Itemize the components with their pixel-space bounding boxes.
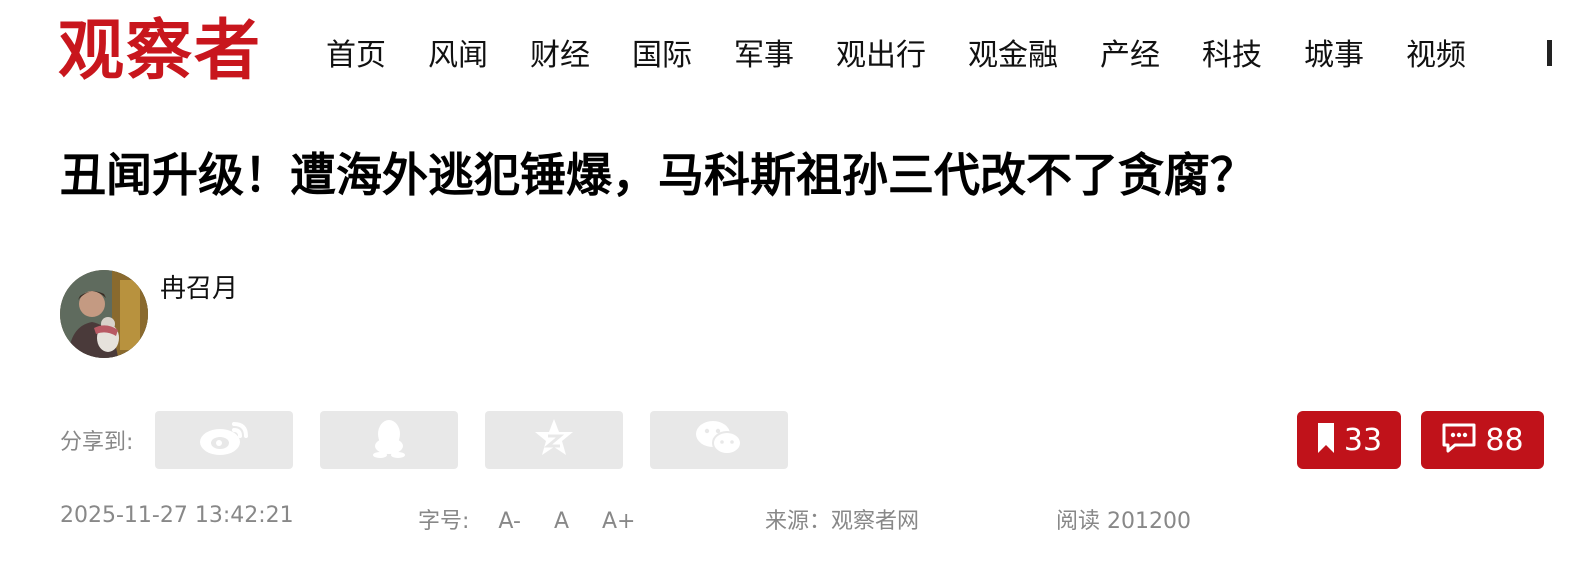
- nav-item-tech[interactable]: 科技: [1202, 30, 1262, 74]
- article-source: 来源：观察者网: [765, 509, 920, 534]
- qq-icon: [369, 416, 409, 464]
- font-size-decrease[interactable]: A-: [498, 509, 521, 534]
- bookmark-button[interactable]: 33: [1297, 411, 1401, 469]
- font-size-default[interactable]: A: [554, 509, 569, 534]
- share-weibo-button[interactable]: [155, 411, 293, 469]
- article-title: 丑闻升级！遭海外逃犯锤爆，马科斯祖孙三代改不了贪腐？: [60, 148, 1256, 202]
- nav-item-industry[interactable]: 产经: [1100, 30, 1160, 74]
- qzone-icon: [532, 416, 576, 464]
- share-wechat-button[interactable]: [650, 411, 788, 469]
- bookmark-count: 33: [1343, 422, 1383, 458]
- author-name[interactable]: 冉召月: [160, 268, 238, 305]
- author-avatar[interactable]: [60, 270, 148, 358]
- nav-item-city[interactable]: 城事: [1304, 30, 1364, 74]
- nav-item-international[interactable]: 国际: [632, 30, 692, 74]
- nav-item-travel[interactable]: 观出行: [836, 30, 926, 74]
- main-nav: 首页 风闻 财经 国际 军事 观出行 观金融 产经 科技 城事 视频: [326, 28, 1508, 76]
- share-qq-button[interactable]: [320, 411, 458, 469]
- font-size-label: 字号:: [418, 509, 470, 534]
- bookmark-icon: [1316, 422, 1336, 458]
- site-logo[interactable]: 观察者: [58, 10, 262, 90]
- nav-item-military[interactable]: 军事: [734, 30, 794, 74]
- nav-item-finance[interactable]: 财经: [530, 30, 590, 74]
- nav-item-fintech[interactable]: 观金融: [968, 30, 1058, 74]
- comment-count: 88: [1485, 422, 1524, 458]
- font-size-increase[interactable]: A+: [602, 509, 635, 534]
- nav-divider: [1547, 40, 1552, 66]
- wechat-icon: [693, 418, 745, 462]
- share-label: 分享到:: [60, 430, 134, 455]
- comment-icon: [1441, 423, 1477, 457]
- font-size-control: 字号: A- A A+: [418, 503, 661, 535]
- publish-datetime: 2025-11-27 13:42:21: [60, 503, 294, 528]
- comment-button[interactable]: 88: [1421, 411, 1544, 469]
- weibo-icon: [194, 418, 254, 462]
- read-count: 阅读 201200: [1056, 509, 1191, 534]
- nav-item-video[interactable]: 视频: [1406, 30, 1466, 74]
- share-qzone-button[interactable]: [485, 411, 623, 469]
- nav-item-home[interactable]: 首页: [326, 30, 386, 74]
- nav-item-fengwen[interactable]: 风闻: [428, 30, 488, 74]
